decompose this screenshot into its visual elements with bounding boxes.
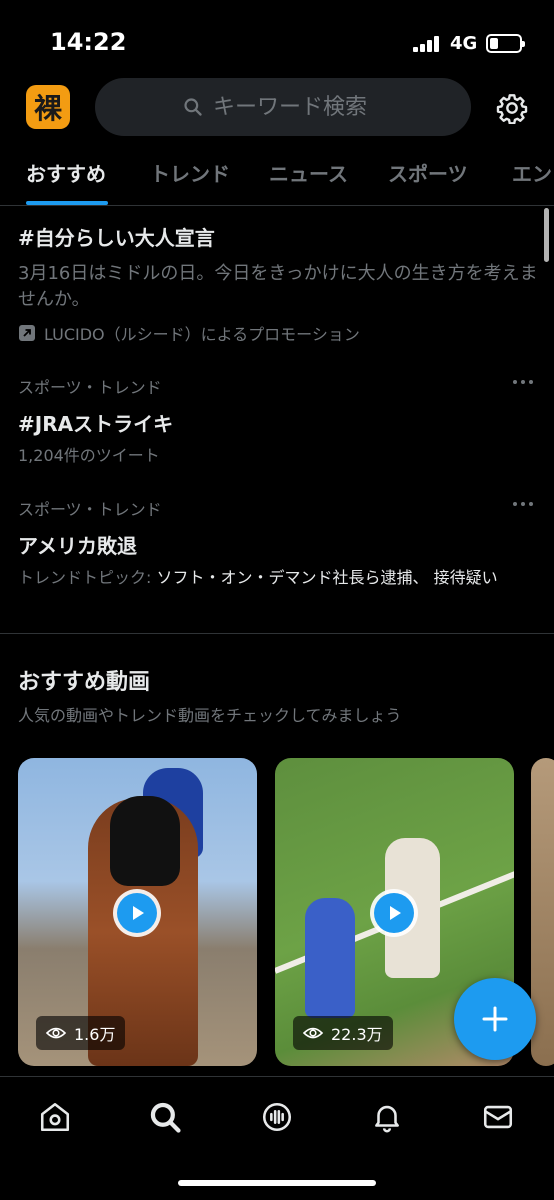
signal-icon	[413, 36, 443, 52]
promoted-icon	[19, 325, 35, 341]
play-button[interactable]	[370, 889, 418, 937]
plus-icon	[482, 1006, 508, 1032]
promo-title: #自分らしい大人宣言	[18, 226, 215, 250]
home-icon	[40, 1102, 70, 1132]
nav-notifications[interactable]	[367, 1097, 407, 1137]
tab-recommended[interactable]: おすすめ	[26, 158, 106, 187]
video-thumbnail-player	[305, 898, 355, 1018]
trend-topic: トレンドトピック: ソフト・オン・デマンド社長ら逮捕、 接待疑い	[18, 567, 538, 589]
trend-topic-prefix: トレンドトピック:	[18, 568, 157, 587]
messages-mail-icon	[483, 1105, 513, 1129]
tab-news[interactable]: ニュース	[269, 158, 348, 187]
search-icon	[184, 98, 202, 116]
eye-icon	[46, 1027, 66, 1039]
settings-button[interactable]	[492, 88, 532, 128]
battery-icon	[486, 34, 525, 53]
trend-item[interactable]: スポーツ・トレンド アメリカ敗退 トレンドトピック: ソフト・オン・デマンド社長…	[18, 496, 538, 589]
trend-title: #JRAストライキ	[18, 412, 174, 436]
trend-item[interactable]: スポーツ・トレンド #JRAストライキ 1,204件のツイート	[18, 374, 538, 467]
header: 裸	[0, 76, 554, 138]
play-button[interactable]	[113, 889, 161, 937]
view-count: 22.3万	[331, 1025, 383, 1044]
view-count: 1.6万	[74, 1025, 116, 1044]
video-card[interactable]: 1.6万	[18, 758, 257, 1066]
trend-category: スポーツ・トレンド	[18, 500, 162, 519]
search-bar[interactable]	[95, 78, 471, 136]
nav-spaces[interactable]	[257, 1097, 297, 1137]
section-title: おすすめ動画	[18, 670, 151, 695]
nav-explore[interactable]	[145, 1097, 185, 1137]
trend-topic-text: ソフト・オン・デマンド社長ら逮捕、 接待疑い	[156, 568, 498, 587]
play-icon	[133, 906, 144, 920]
trend-category: スポーツ・トレンド	[18, 378, 162, 397]
notifications-bell-icon	[375, 1105, 399, 1133]
search-input[interactable]	[213, 94, 383, 120]
view-count-badge: 1.6万	[36, 1016, 126, 1050]
gear-icon	[496, 94, 528, 124]
nav-home[interactable]	[35, 1097, 75, 1137]
active-tab-indicator	[26, 201, 108, 205]
video-thumbnail-horse-mask	[110, 796, 180, 886]
promo-sponsor-text: LUCIDO（ルシード）によるプロモーション	[44, 325, 360, 344]
explore-search-icon	[150, 1102, 181, 1133]
nav-messages[interactable]	[478, 1097, 518, 1137]
tab-trends[interactable]: トレンド	[150, 158, 230, 187]
section-divider	[0, 633, 554, 634]
tab-bar: おすすめ トレンド ニュース スポーツ エン	[0, 148, 554, 206]
app-logo[interactable]: 裸	[26, 85, 70, 129]
compose-tweet-button[interactable]	[454, 978, 536, 1060]
tab-sports[interactable]: スポーツ	[388, 158, 468, 187]
scrollbar[interactable]	[544, 208, 549, 262]
tab-entertainment[interactable]: エン	[512, 158, 552, 187]
status-bar: 14:22 4G	[0, 0, 554, 70]
network-type: 4G	[450, 33, 478, 54]
more-options-icon[interactable]	[512, 378, 534, 386]
trend-title: アメリカ敗退	[18, 534, 137, 558]
home-indicator[interactable]	[178, 1180, 376, 1186]
spaces-icon	[262, 1102, 292, 1132]
more-options-icon[interactable]	[512, 500, 534, 508]
promo-sponsor: LUCIDO（ルシード）によるプロモーション	[18, 321, 538, 345]
play-icon	[390, 906, 401, 920]
promoted-trend[interactable]: #自分らしい大人宣言 3月16日はミドルの日。今日をきっかけに大人の生き方を考え…	[18, 222, 538, 345]
section-subtitle: 人気の動画やトレンド動画をチェックしてみましょう	[18, 706, 402, 725]
eye-icon	[303, 1027, 323, 1039]
trend-tweet-count: 1,204件のツイート	[18, 446, 160, 465]
status-time: 14:22	[50, 28, 127, 56]
promo-description: 3月16日はミドルの日。今日をきっかけに大人の生き方を考えませんか。	[18, 263, 538, 310]
view-count-badge: 22.3万	[293, 1016, 393, 1050]
